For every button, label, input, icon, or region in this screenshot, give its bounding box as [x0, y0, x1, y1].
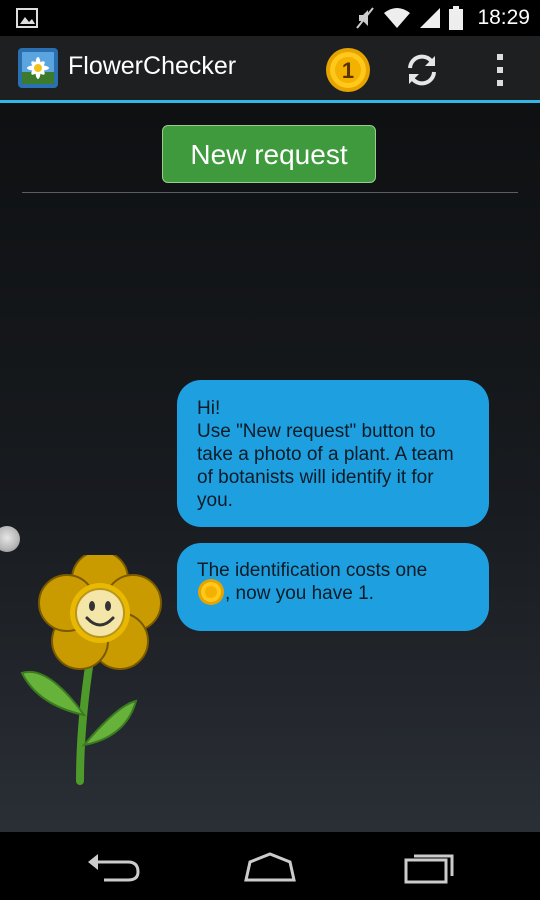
message-bubble-welcome: Hi! Use "New request" button to take a p…	[177, 380, 489, 527]
coin-count: 1	[342, 58, 354, 83]
wifi-icon	[384, 8, 411, 28]
mute-icon	[356, 7, 375, 29]
home-icon[interactable]	[240, 846, 300, 886]
divider	[22, 192, 518, 193]
message-line: of botanists will identify it for	[197, 467, 434, 488]
battery-icon	[449, 6, 464, 30]
smiling-flower-icon	[20, 555, 162, 785]
message-line: Use "New request" button to	[197, 421, 436, 442]
message-line: you.	[197, 490, 233, 511]
action-bar: FlowerChecker 1	[0, 36, 540, 103]
main-content[interactable]: New request Hi! Use "New request" button…	[0, 103, 540, 832]
image-notification-icon	[16, 8, 38, 28]
status-bar: 18:29	[0, 0, 540, 36]
coin-icon: 1	[326, 48, 370, 92]
overflow-menu-icon[interactable]	[490, 50, 510, 90]
app-title: FlowerChecker	[68, 52, 237, 80]
message-bubble-cost: The identification costs one , now you h…	[177, 543, 489, 631]
message-line: , now you have 1.	[225, 583, 374, 605]
status-time: 18:29	[477, 6, 530, 29]
signal-icon	[420, 8, 441, 28]
refresh-icon[interactable]	[402, 50, 442, 90]
coin-balance-button[interactable]: 1	[324, 46, 372, 94]
coin-icon	[198, 579, 224, 605]
message-line: Hi!	[197, 398, 221, 419]
new-request-button[interactable]: New request	[162, 125, 376, 183]
back-icon[interactable]	[84, 846, 144, 886]
recents-icon[interactable]	[400, 846, 460, 886]
message-line: take a photo of a plant. A team	[197, 444, 454, 465]
nav-bar	[0, 832, 540, 900]
app-logo-icon[interactable]	[16, 46, 60, 90]
message-line: The identification costs one	[197, 560, 428, 581]
scroll-handle[interactable]	[0, 526, 20, 552]
